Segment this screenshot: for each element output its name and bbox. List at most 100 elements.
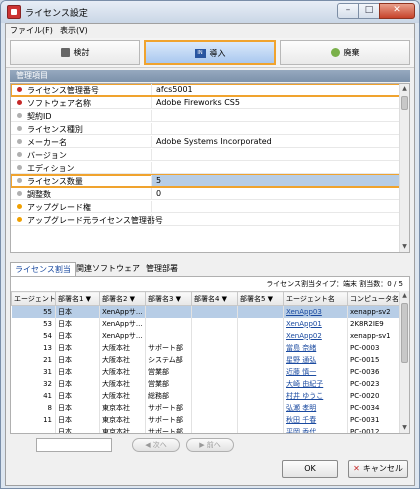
- table-row[interactable]: 55 日本 XenAppサ... XenApp03 xenapp-sv2: [11, 305, 402, 318]
- property-value[interactable]: afcs5001: [151, 84, 401, 95]
- table-row[interactable]: 11 日本 東京本社 サポート部 秋田 千春 PC-0031: [11, 413, 402, 426]
- property-value[interactable]: [151, 201, 401, 212]
- search-button-label: 検討: [73, 48, 90, 57]
- column-header[interactable]: 部署名1 ▼: [55, 291, 100, 306]
- menu-file[interactable]: ファイル(F): [10, 25, 53, 36]
- property-row[interactable]: ライセンス管理番号 afcs5001: [11, 84, 402, 97]
- cancel-label: キャンセル: [362, 464, 403, 473]
- property-label: エディション: [27, 164, 75, 173]
- table-cell: XenAppサ...: [99, 317, 146, 330]
- property-row[interactable]: メーカー名 Adobe Systems Incorporated: [11, 136, 401, 148]
- agent-name-link[interactable]: 近藤 慎一: [283, 365, 348, 378]
- agent-name-link[interactable]: 弘瀬 孝明: [283, 401, 348, 414]
- property-value[interactable]: [151, 123, 401, 134]
- close-button[interactable]: ✕: [379, 3, 415, 19]
- table-cell: 53: [11, 317, 56, 330]
- scroll-thumb[interactable]: [401, 303, 408, 363]
- property-value[interactable]: 5: [151, 175, 401, 186]
- search-button[interactable]: 検討: [10, 40, 140, 65]
- property-label: ライセンス種別: [27, 125, 83, 134]
- table-row[interactable]: 53 日本 XenAppサ... XenApp01 2K8R2IE9: [11, 317, 402, 330]
- table-row[interactable]: 13 日本 大阪本社 サポート部 當島 奈緒 PC-0003: [11, 341, 402, 354]
- agent-name-link[interactable]: 星野 通弘: [283, 353, 348, 366]
- tab-related-software[interactable]: 関連ソフトウェア: [72, 262, 144, 276]
- section-header: 管理項目: [10, 70, 410, 82]
- scroll-up-icon[interactable]: ▲: [401, 292, 408, 300]
- table-cell: [191, 365, 238, 378]
- property-row[interactable]: ライセンス種別: [11, 123, 401, 135]
- agent-name-link[interactable]: XenApp02: [283, 329, 348, 342]
- property-row[interactable]: アップグレード権: [11, 201, 401, 213]
- agent-name-link[interactable]: XenApp01: [283, 317, 348, 330]
- next-button[interactable]: ◀ 次へ: [132, 438, 180, 452]
- table-cell: 31: [11, 365, 56, 378]
- scroll-up-icon[interactable]: ▲: [401, 85, 408, 93]
- table-cell: [237, 305, 284, 318]
- property-row[interactable]: ソフトウェア名称 Adobe Fireworks CS5: [11, 97, 401, 109]
- menu-bar: ファイル(F) 表示(V): [6, 24, 414, 38]
- column-header[interactable]: コンピュータ名: [347, 291, 402, 306]
- agent-name-link[interactable]: 村井 ゆうこ: [283, 389, 348, 402]
- window-title: ライセンス設定: [25, 9, 88, 19]
- table-row[interactable]: 41 日本 大阪本社 総務部 村井 ゆうこ PC-0020: [11, 389, 402, 402]
- scroll-thumb[interactable]: [401, 96, 408, 110]
- agent-name-link[interactable]: 秋田 千春: [283, 413, 348, 426]
- agent-name-link[interactable]: 當島 奈緒: [283, 341, 348, 354]
- menu-view[interactable]: 表示(V): [60, 25, 88, 36]
- property-value[interactable]: Adobe Systems Incorporated: [151, 136, 401, 147]
- agent-name-link[interactable]: 平岡 香代: [283, 425, 348, 433]
- cancel-icon: ✕: [353, 464, 360, 473]
- column-header[interactable]: 部署名4 ▼: [191, 291, 238, 306]
- column-header[interactable]: 部署名5 ▼: [237, 291, 284, 306]
- property-value[interactable]: [151, 162, 401, 173]
- property-value[interactable]: [151, 214, 401, 225]
- grid-scrollbar[interactable]: ▲ ▼: [399, 291, 409, 433]
- agent-name-link[interactable]: XenApp03: [283, 305, 348, 318]
- table-cell: 日本: [55, 365, 100, 378]
- property-value[interactable]: Adobe Fireworks CS5: [151, 97, 401, 108]
- property-row[interactable]: 調整数 0: [11, 188, 401, 200]
- scroll-down-icon[interactable]: ▼: [401, 424, 408, 432]
- maximize-button[interactable]: □: [358, 3, 380, 19]
- column-header[interactable]: 部署名2 ▼: [99, 291, 146, 306]
- ok-button[interactable]: OK: [282, 460, 338, 478]
- agent-name-link[interactable]: 大崎 由紀子: [283, 377, 348, 390]
- table-row[interactable]: 8 日本 東京本社 サポート部 弘瀬 孝明 PC-0034: [11, 401, 402, 414]
- table-row[interactable]: 32 日本 大阪本社 営業部 大崎 由紀子 PC-0023: [11, 377, 402, 390]
- property-value[interactable]: [151, 149, 401, 160]
- column-header[interactable]: 部署名3 ▼: [145, 291, 192, 306]
- property-label: メーカー名: [27, 138, 67, 147]
- scroll-down-icon[interactable]: ▼: [401, 243, 408, 251]
- property-value[interactable]: 0: [151, 188, 401, 199]
- column-header[interactable]: エージェントNO: [11, 291, 56, 306]
- property-label: ライセンス数量: [27, 177, 83, 186]
- table-cell: [237, 341, 284, 354]
- table-row[interactable]: 31 日本 大阪本社 営業部 近藤 慎一 PC-0036: [11, 365, 402, 378]
- tab-license-assignment[interactable]: ライセンス割当: [10, 262, 76, 276]
- client-area: ファイル(F) 表示(V) 検討 IN 導入 廃棄 管理項目 ライセンス管理番号 a…: [5, 23, 415, 486]
- page-input[interactable]: [36, 438, 112, 452]
- property-value[interactable]: [151, 110, 401, 121]
- property-row[interactable]: ライセンス数量 5: [11, 174, 402, 188]
- discard-button[interactable]: 廃棄: [280, 40, 410, 65]
- column-header[interactable]: エージェント名: [283, 291, 348, 306]
- discard-button-label: 廃棄: [343, 48, 360, 57]
- table-cell: [237, 389, 284, 402]
- prev-button[interactable]: ▶ 前へ: [186, 438, 234, 452]
- table-row[interactable]: 21 日本 大阪本社 システム部 星野 通弘 PC-0015: [11, 353, 402, 366]
- property-row[interactable]: エディション: [11, 162, 401, 174]
- property-row[interactable]: アップグレード元ライセンス管理番号: [11, 214, 401, 226]
- cancel-button[interactable]: ✕ キャンセル: [348, 460, 408, 478]
- table-cell: PC-0023: [347, 377, 402, 390]
- table-row[interactable]: 日本 東京本社 サポート部 平岡 香代 PC-0012: [11, 425, 402, 433]
- license-settings-window: ライセンス設定 – □ ✕ ファイル(F) 表示(V) 検討 IN 導入 廃棄 管…: [0, 0, 420, 489]
- table-cell: XenAppサ...: [99, 329, 146, 342]
- assignment-info: ライセンス割当タイプ：端末 割当数：0 / 5: [266, 280, 403, 288]
- property-row[interactable]: 契約ID: [11, 110, 401, 122]
- property-row[interactable]: バージョン: [11, 149, 401, 161]
- table-row[interactable]: 54 日本 XenAppサ... XenApp02 xenapp-sv1: [11, 329, 402, 342]
- property-scrollbar[interactable]: ▲ ▼: [399, 84, 409, 252]
- install-button[interactable]: IN 導入: [144, 40, 276, 65]
- tab-managing-department[interactable]: 管理部署: [142, 262, 182, 276]
- minimize-button[interactable]: –: [337, 3, 359, 19]
